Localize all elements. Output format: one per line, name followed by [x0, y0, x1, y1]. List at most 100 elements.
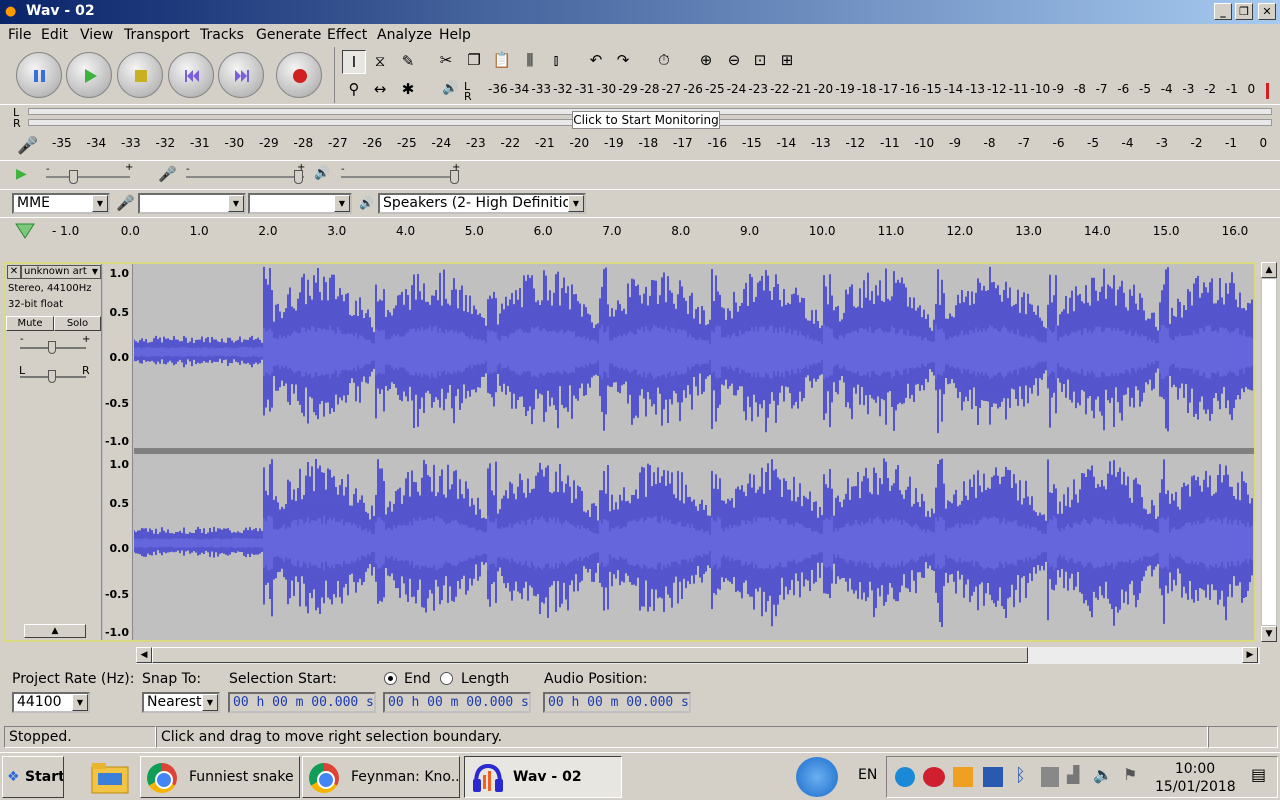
menu-analyze[interactable]: Analyze — [377, 27, 432, 43]
cut-icon[interactable]: ✂ — [434, 49, 458, 73]
zoom-tool-icon[interactable]: ⚲ — [342, 78, 366, 102]
menu-view[interactable]: View — [80, 27, 113, 43]
close-button[interactable]: ✕ — [1258, 3, 1276, 20]
taskbar-item-chrome-2[interactable]: Feynman: Kno... — [302, 756, 460, 798]
output-device-select[interactable]: Speakers (2- High Definition Au ▼ — [378, 193, 586, 214]
menu-transport[interactable]: Transport — [124, 27, 190, 43]
track-name-menu[interactable]: unknown art ▼ — [21, 265, 101, 279]
menu-edit[interactable]: Edit — [41, 27, 68, 43]
show-desktop-icon[interactable]: ▤ — [1251, 765, 1266, 784]
snap-to-select[interactable]: Nearest ▼ — [142, 692, 220, 713]
selection-tool-icon[interactable]: I — [342, 50, 366, 74]
taskbar-item-chrome-1[interactable]: Funniest snake ... — [140, 756, 300, 798]
playback-meter-tick: -28 — [639, 82, 660, 96]
rec-volume-thumb[interactable] — [294, 170, 303, 184]
scroll-up-icon[interactable]: ▲ — [1261, 262, 1277, 278]
taskbar-item-label: Feynman: Kno... — [351, 769, 460, 785]
solo-button[interactable]: Solo — [54, 316, 101, 331]
play-button[interactable] — [66, 52, 112, 98]
envelope-tool-icon[interactable]: ⧖ — [368, 50, 392, 74]
selection-end-field[interactable]: 00 h 00 m 00.000 s — [383, 692, 531, 713]
gain-minus-label: - — [20, 334, 24, 345]
timeline-ruler[interactable]: - 1.0 0.0 1.0 2.0 3.0 4.0 5.0 6.0 7.0 8.0 9.0 10.0 1… — [0, 217, 1280, 245]
audio-host-select[interactable]: MME ▼ — [12, 193, 110, 214]
project-rate-select[interactable]: 44100 ▼ — [12, 692, 90, 713]
flag-icon[interactable]: ⚑ — [1123, 765, 1137, 784]
clock-date[interactable]: 15/01/2018 — [1155, 779, 1236, 795]
vertical-scroll-thumb[interactable] — [1261, 278, 1277, 626]
selection-start-field[interactable]: 00 h 00 m 00.000 s — [228, 692, 376, 713]
scroll-down-icon[interactable]: ▼ — [1261, 626, 1277, 642]
zoom-in-icon[interactable]: ⊕ — [694, 49, 718, 73]
clock-time[interactable]: 10:00 — [1155, 761, 1235, 777]
tray-app-icon[interactable] — [923, 767, 945, 787]
vertical-scrollbar[interactable]: ▲ ▼ — [1260, 262, 1278, 644]
record-meter-tick: -6 — [1052, 136, 1065, 150]
mute-button[interactable]: Mute — [6, 316, 54, 331]
timeshift-tool-icon[interactable]: ↔ — [368, 78, 392, 102]
horizontal-scroll-thumb[interactable] — [152, 647, 1028, 663]
waveform-area[interactable] — [133, 264, 1254, 640]
volume-icon[interactable]: 🔈 — [1093, 765, 1113, 784]
input-device-select[interactable]: ▼ — [138, 193, 246, 214]
length-radio[interactable] — [440, 672, 453, 685]
safely-remove-icon[interactable] — [1041, 767, 1059, 787]
collapse-track-button[interactable]: ▲ — [24, 624, 86, 638]
record-button[interactable] — [276, 52, 322, 98]
audio-position-field[interactable]: 00 h 00 m 00.000 s — [543, 692, 691, 713]
undo-icon[interactable]: ↶ — [584, 49, 608, 73]
pause-button[interactable] — [16, 52, 62, 98]
sync-lock-icon[interactable]: ⏱ — [652, 49, 676, 73]
menu-help[interactable]: Help — [439, 27, 471, 43]
close-track-icon[interactable]: ✕ — [7, 265, 21, 279]
tray-app-icon[interactable] — [983, 767, 1003, 787]
maximize-button[interactable]: ❐ — [1235, 3, 1253, 20]
bluetooth-icon[interactable]: ᛒ — [1015, 765, 1026, 786]
playback-meter[interactable]: 🔊 L R -36 -34 -33 -32 -31 -30 -29 -28 -27 -26 -25-… — [436, 77, 1276, 103]
play-head-icon[interactable] — [14, 222, 36, 240]
fit-selection-icon[interactable]: ⊡ — [748, 49, 772, 73]
fit-project-icon[interactable]: ⊞ — [775, 49, 799, 73]
menu-effect[interactable]: Effect — [327, 27, 367, 43]
paste-icon[interactable]: 📋 — [490, 49, 514, 73]
menu-file[interactable]: File — [8, 27, 31, 43]
copy-icon[interactable]: ❐ — [462, 49, 486, 73]
tray-app-icon[interactable] — [953, 767, 973, 787]
record-meter-tick: -32 — [155, 136, 176, 150]
scroll-right-icon[interactable]: ▶ — [1242, 647, 1258, 663]
file-explorer-icon[interactable] — [90, 759, 132, 795]
skip-to-start-button[interactable] — [168, 52, 214, 98]
skip-to-end-button[interactable] — [218, 52, 264, 98]
scroll-left-icon[interactable]: ◀ — [136, 647, 152, 663]
start-monitoring-button[interactable]: Click to Start Monitoring — [572, 111, 720, 129]
input-channels-select[interactable]: ▼ — [248, 193, 352, 214]
play-volume-thumb[interactable] — [450, 170, 459, 184]
audio-track[interactable]: ✕ unknown art ▼ Stereo, 44100Hz 32-bit fl… — [4, 262, 1256, 642]
horizontal-scrollbar[interactable]: ◀ ▶ — [136, 647, 1260, 664]
redo-icon[interactable]: ↷ — [611, 49, 635, 73]
playback-meter-tick: -31 — [574, 82, 595, 96]
tray-app-icon[interactable] — [895, 767, 915, 787]
gain-slider-thumb[interactable] — [48, 341, 56, 354]
multi-tool-icon[interactable]: ✱ — [396, 78, 420, 102]
play-at-speed-icon[interactable]: ▶ — [16, 166, 27, 182]
pan-slider-thumb[interactable] — [48, 370, 56, 383]
timeline-tick: 12.0 — [946, 224, 974, 238]
menu-generate[interactable]: Generate — [256, 27, 321, 43]
recording-meter[interactable]: L R Click to Start Monitoring 🎤 -35 -34 -3… — [0, 104, 1280, 159]
status-extra — [1208, 726, 1278, 748]
network-app-icon[interactable] — [796, 757, 838, 797]
trim-icon[interactable]: ⫼ — [518, 49, 542, 73]
zoom-out-icon[interactable]: ⊖ — [722, 49, 746, 73]
language-indicator[interactable]: EN — [858, 767, 877, 783]
stop-button[interactable] — [117, 52, 163, 98]
minimize-button[interactable]: _ — [1214, 3, 1232, 20]
end-radio[interactable] — [384, 672, 397, 685]
silence-icon[interactable]: ⫾ — [544, 49, 568, 73]
speed-slider-thumb[interactable] — [69, 170, 78, 184]
draw-tool-icon[interactable]: ✎ — [396, 50, 420, 74]
taskbar-item-audacity[interactable]: Wav - 02 — [464, 756, 622, 798]
signal-icon[interactable]: ▟ — [1067, 765, 1079, 784]
start-button[interactable]: ❖ Start — [2, 756, 64, 798]
menu-tracks[interactable]: Tracks — [200, 27, 244, 43]
